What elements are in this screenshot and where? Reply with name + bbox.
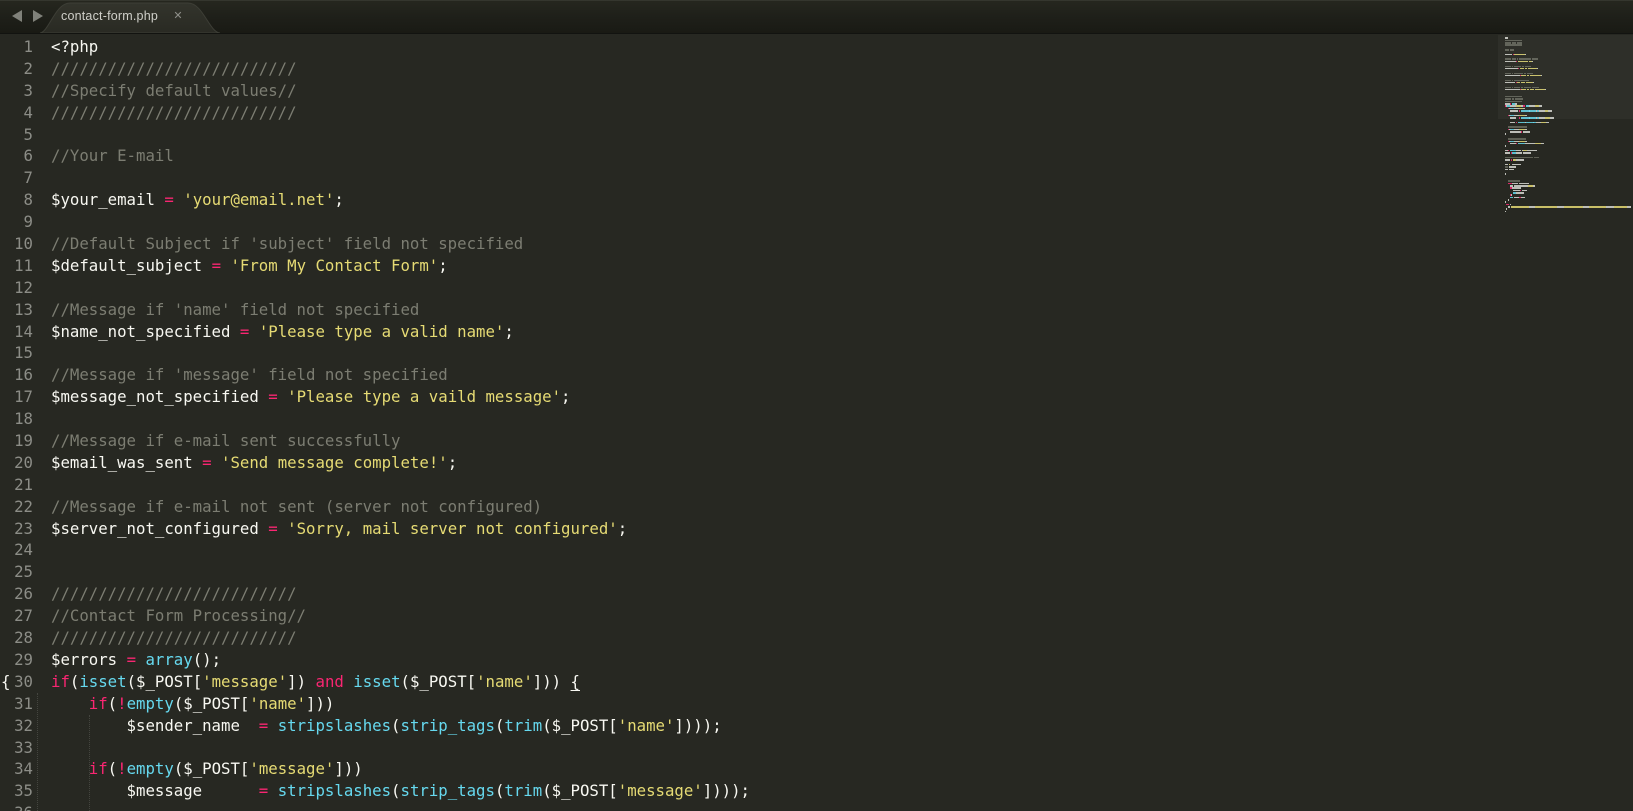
tab-close-icon[interactable]: ✕ — [170, 8, 186, 24]
line-number: 32 — [0, 715, 33, 737]
line-number: 4 — [0, 102, 33, 124]
code-line[interactable]: 12 — [0, 277, 1633, 299]
code-line[interactable]: 33 — [0, 737, 1633, 759]
code-line[interactable]: 22//Message if e-mail not sent (server n… — [0, 496, 1633, 518]
code-line[interactable]: 5 — [0, 124, 1633, 146]
line-number: 35 — [0, 780, 33, 802]
line-number: 26 — [0, 583, 33, 605]
line-number: 36 — [0, 802, 33, 811]
line-number: 28 — [0, 627, 33, 649]
line-number: 22 — [0, 496, 33, 518]
code-line[interactable]: 6//Your E-mail — [0, 145, 1633, 167]
line-number: 31 — [0, 693, 33, 715]
code-line[interactable]: {30if(isset($_POST['message']) and isset… — [0, 671, 1633, 693]
code-line[interactable]: 10//Default Subject if 'subject' field n… — [0, 233, 1633, 255]
line-number: 27 — [0, 605, 33, 627]
code-line[interactable]: 16//Message if 'message' field not speci… — [0, 364, 1633, 386]
line-number: 16 — [0, 364, 33, 386]
line-number: 15 — [0, 342, 33, 364]
minimap[interactable] — [1505, 37, 1633, 213]
line-number: 5 — [0, 124, 33, 146]
code-line[interactable]: 13//Message if 'name' field not specifie… — [0, 299, 1633, 321]
line-number: 24 — [0, 539, 33, 561]
code-line[interactable]: 29$errors = array(); — [0, 649, 1633, 671]
code-line[interactable]: 3//Specify default values// — [0, 80, 1633, 102]
indent-guide — [37, 693, 38, 811]
code-line[interactable]: 19//Message if e-mail sent successfully — [0, 430, 1633, 452]
code-line[interactable]: 17$message_not_specified = 'Please type … — [0, 386, 1633, 408]
code-line[interactable]: 25 — [0, 561, 1633, 583]
editor-pane[interactable]: 1<?php2//////////////////////////3//Spec… — [0, 33, 1633, 811]
code-line[interactable]: 35 $message = stripslashes(strip_tags(tr… — [0, 780, 1633, 802]
code-line[interactable]: 31 if(!empty($_POST['name'])) — [0, 693, 1633, 715]
code-line[interactable]: 11$default_subject = 'From My Contact Fo… — [0, 255, 1633, 277]
code-lines[interactable]: 1<?php2//////////////////////////3//Spec… — [0, 33, 1633, 811]
line-number: 10 — [0, 233, 33, 255]
minimap-row — [1505, 206, 1633, 208]
line-number: 3 — [0, 80, 33, 102]
line-number: 20 — [0, 452, 33, 474]
line-number: 25 — [0, 561, 33, 583]
code-line[interactable]: 21 — [0, 474, 1633, 496]
line-number: 12 — [0, 277, 33, 299]
code-line[interactable]: 28////////////////////////// — [0, 627, 1633, 649]
line-number: 13 — [0, 299, 33, 321]
code-line[interactable]: 20$email_was_sent = 'Send message comple… — [0, 452, 1633, 474]
line-number: 8 — [0, 189, 33, 211]
line-number: 1 — [0, 36, 33, 58]
line-number: 6 — [0, 145, 33, 167]
line-number: 14 — [0, 321, 33, 343]
tab-contact-form-php[interactable]: contact-form.php ✕ — [40, 0, 220, 33]
line-number: 11 — [0, 255, 33, 277]
code-line[interactable]: 1<?php — [0, 36, 1633, 58]
code-line[interactable]: 36 — [0, 802, 1633, 811]
tab-bar: contact-form.php ✕ — [0, 0, 1633, 34]
code-line[interactable]: 8$your_email = 'your@email.net'; — [0, 189, 1633, 211]
line-number: 9 — [0, 211, 33, 233]
code-line[interactable]: 7 — [0, 167, 1633, 189]
minimap-row — [1505, 210, 1633, 212]
code-line[interactable]: 15 — [0, 342, 1633, 364]
code-line[interactable]: 34 if(!empty($_POST['message'])) — [0, 758, 1633, 780]
code-line[interactable]: 24 — [0, 539, 1633, 561]
line-number: 7 — [0, 167, 33, 189]
line-number: 21 — [0, 474, 33, 496]
line-number: 19 — [0, 430, 33, 452]
code-line[interactable]: 2////////////////////////// — [0, 58, 1633, 80]
line-number: 34 — [0, 758, 33, 780]
sublime-window: contact-form.php ✕ 1<?php2//////////////… — [0, 0, 1633, 811]
tab-label: contact-form.php — [61, 9, 158, 23]
gutter-brace-mark: { — [1, 671, 10, 693]
code-line[interactable]: 32 $sender_name = stripslashes(strip_tag… — [0, 715, 1633, 737]
code-line[interactable]: 4////////////////////////// — [0, 102, 1633, 124]
code-line[interactable]: 27//Contact Form Processing// — [0, 605, 1633, 627]
code-line[interactable]: 23$server_not_configured = 'Sorry, mail … — [0, 518, 1633, 540]
line-number: 29 — [0, 649, 33, 671]
line-number: 33 — [0, 737, 33, 759]
line-number: 2 — [0, 58, 33, 80]
code-line[interactable]: 26////////////////////////// — [0, 583, 1633, 605]
indent-guide — [89, 715, 90, 811]
code-line[interactable]: 14$name_not_specified = 'Please type a v… — [0, 321, 1633, 343]
line-number: 17 — [0, 386, 33, 408]
code-line[interactable]: 18 — [0, 408, 1633, 430]
back-arrow-icon[interactable] — [12, 10, 22, 22]
line-number: 23 — [0, 518, 33, 540]
code-line[interactable]: 9 — [0, 211, 1633, 233]
line-number: 18 — [0, 408, 33, 430]
minimap-viewport[interactable] — [1498, 35, 1633, 119]
